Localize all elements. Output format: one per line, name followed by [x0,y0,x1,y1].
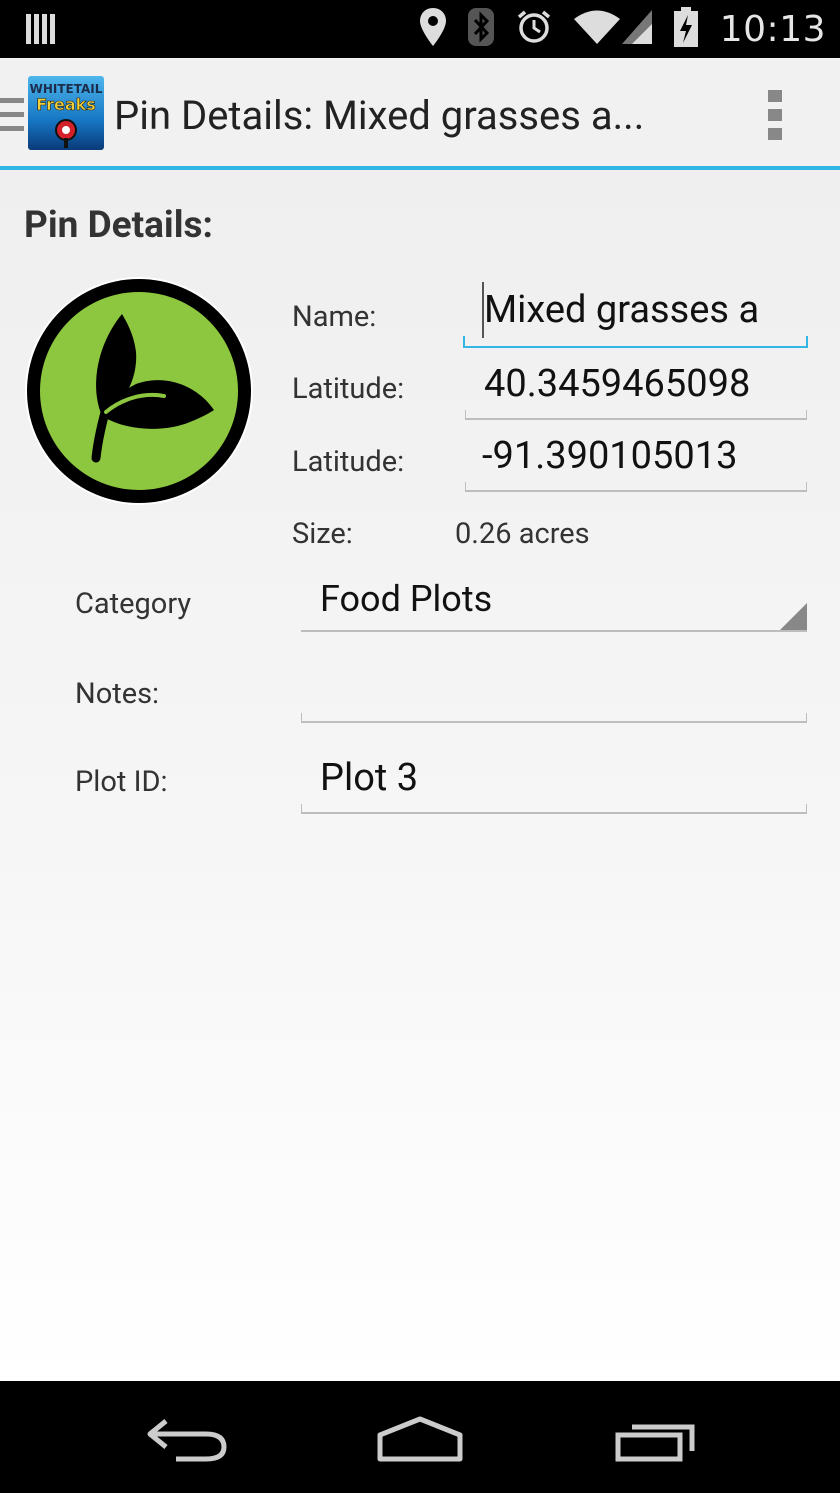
location-pin-icon [419,8,446,50]
name-label: Name: [292,300,377,334]
logo-text-bottom: Freaks [36,95,96,114]
status-icons: 10:13 [419,0,826,58]
name-field-underline-right [806,336,808,346]
logo-text-top: WHITETAIL [30,82,103,96]
longitude-field-underline [465,490,807,492]
plot-id-underline-left [301,804,302,812]
plot-id-underline-right [806,804,807,812]
plot-id-label: Plot ID: [75,765,168,799]
latitude-label: Latitude: [292,372,405,406]
leaf-food-plot-icon [24,276,254,506]
longitude-underline-left [465,482,466,490]
notes-underline-left [301,713,302,721]
category-underline [301,630,807,632]
action-bar: WHITETAIL Freaks Pin Details: Mixed gras… [0,58,840,170]
latitude-underline-left [465,410,466,418]
name-field-underline-left [463,336,465,346]
notes-label: Notes: [75,677,160,711]
notes-underline-right [806,713,807,721]
latitude-field[interactable]: 40.3459465098 [484,362,750,406]
status-clock: 10:13 [719,8,826,50]
plot-id-field-underline [301,812,807,814]
name-field-underline [463,346,808,348]
whitetail-freaks-logo[interactable]: WHITETAIL Freaks [28,76,104,150]
alarm-icon [516,9,552,49]
wifi-icon [573,10,620,48]
size-label: Size: [292,517,353,551]
name-field[interactable]: Mixed grasses a [484,288,759,332]
notes-field-underline [301,721,807,723]
pin-details-content: Pin Details: Name: Mixed grasses a Latit… [0,170,840,1381]
cell-signal-icon [621,10,652,48]
navigation-bar [0,1381,840,1493]
signal-bars-icon [26,12,56,50]
category-spinner[interactable]: Food Plots [320,578,492,620]
bluetooth-icon [467,8,494,50]
status-bar: 10:13 [0,0,840,58]
drawer-indicator-icon[interactable] [0,98,24,138]
size-value: 0.26 acres [455,517,590,551]
latitude-field-underline [465,418,807,420]
home-icon[interactable] [376,1415,464,1467]
action-bar-title: Pin Details: Mixed grasses a... [114,92,645,139]
spinner-arrow-icon[interactable] [780,603,807,630]
longitude-underline-right [806,482,807,490]
section-title: Pin Details: [24,204,213,247]
longitude-field[interactable]: -91.390105013 [482,434,737,478]
latitude-underline-right [806,410,807,418]
battery-charging-icon [673,7,698,51]
back-icon[interactable] [146,1417,228,1467]
longitude-label: Latitude: [292,445,405,479]
recent-apps-icon[interactable] [614,1417,698,1467]
overflow-menu-icon[interactable] [768,90,782,144]
plot-id-field[interactable]: Plot 3 [320,756,418,800]
category-label: Category [75,587,192,621]
